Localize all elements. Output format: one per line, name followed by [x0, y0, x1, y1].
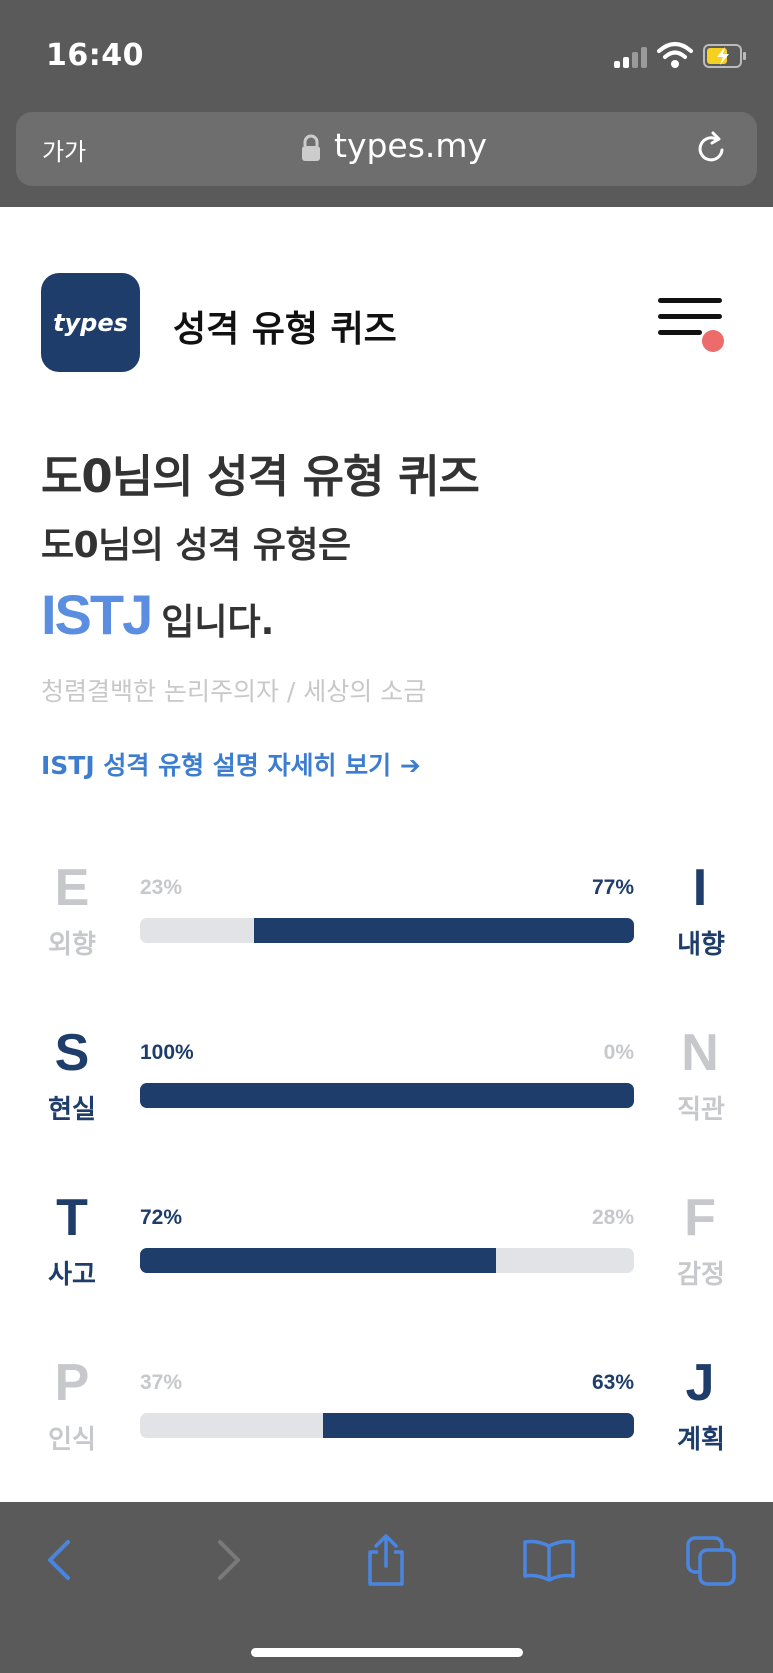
bookmarks-icon[interactable]	[521, 1532, 577, 1588]
left-percent: 100%	[140, 1041, 194, 1064]
type-description: 청렴결백한 논리주의자 / 세상의 소금	[41, 677, 427, 706]
left-letter: T	[56, 1189, 88, 1247]
right-letter: J	[685, 1354, 715, 1412]
url-text[interactable]: types.my	[334, 126, 487, 165]
browser-top-bar: 16:40 가가 types.my	[0, 0, 773, 207]
type-code: ISTJ	[41, 583, 153, 646]
site-logo[interactable]: types	[41, 273, 140, 372]
score-bar-fill	[140, 1248, 496, 1273]
lock-icon	[302, 134, 320, 161]
phone-screen: 16:40 가가 types.my types 성격 유형 퀴즈 도0님의 성격…	[0, 0, 773, 1673]
type-detail-link[interactable]: ISTJ 성격 유형 설명 자세히 보기 ➔	[41, 746, 421, 782]
text-size-button[interactable]: 가가	[42, 132, 86, 167]
left-percent: 72%	[140, 1206, 183, 1229]
type-suffix: 입니다.	[161, 602, 275, 643]
score-bar-track	[140, 1413, 634, 1438]
cellular-signal-icon	[614, 46, 650, 68]
score-bar-fill	[140, 1083, 634, 1108]
right-word: 직관	[677, 1095, 725, 1125]
quiz-title: 도0님의 성격 유형 퀴즈	[41, 450, 480, 503]
right-word: 내향	[677, 930, 725, 960]
home-indicator	[251, 1648, 523, 1657]
wifi-icon	[657, 42, 693, 68]
right-percent: 28%	[591, 1206, 634, 1229]
score-bar-track	[140, 1248, 634, 1273]
right-percent: 77%	[591, 876, 634, 899]
arrow-right-icon: ➔	[399, 751, 421, 780]
left-letter: P	[54, 1354, 90, 1412]
score-bar-track	[140, 918, 634, 943]
dimension-row: T 사고 72% 28% F 감정	[0, 1188, 773, 1308]
right-letter: F	[684, 1189, 716, 1247]
right-percent: 63%	[591, 1371, 634, 1394]
score-bar-track	[140, 1083, 634, 1108]
result-heading: 도0님의 성격 유형은	[41, 525, 351, 566]
right-letter: N	[681, 1024, 719, 1082]
back-icon[interactable]	[34, 1532, 90, 1588]
notification-dot	[702, 330, 724, 352]
forward-icon[interactable]	[198, 1532, 254, 1588]
dimension-row: E 외향 23% 77% I 내향	[0, 858, 773, 978]
left-word: 인식	[48, 1425, 96, 1455]
battery-charging-icon	[703, 44, 746, 68]
left-letter: E	[54, 859, 90, 917]
tabs-icon[interactable]	[684, 1532, 740, 1588]
left-word: 현실	[48, 1095, 96, 1125]
left-percent: 23%	[140, 876, 183, 899]
browser-toolbar	[0, 1502, 773, 1673]
reload-icon[interactable]	[694, 130, 730, 168]
logo-text: types	[53, 308, 128, 337]
right-letter: I	[692, 859, 708, 917]
score-bar-fill	[322, 1413, 634, 1438]
right-word: 감정	[677, 1260, 725, 1290]
score-bar-fill	[253, 918, 634, 943]
dimension-row: P 인식 37% 63% J 계획	[0, 1353, 773, 1473]
address-bar[interactable]: 가가 types.my	[16, 112, 757, 186]
dimension-row: S 현실 100% 0% N 직관	[0, 1023, 773, 1143]
share-icon[interactable]	[358, 1532, 414, 1588]
type-result-row: ISTJ 입니다.	[41, 582, 274, 647]
right-percent: 0%	[603, 1041, 634, 1064]
left-letter: S	[54, 1024, 90, 1082]
hamburger-menu-button[interactable]	[658, 298, 726, 354]
status-time: 16:40	[46, 38, 144, 73]
site-title[interactable]: 성격 유형 퀴즈	[173, 300, 397, 352]
right-word: 계획	[677, 1425, 725, 1455]
type-detail-link-label: ISTJ 성격 유형 설명 자세히 보기	[41, 751, 392, 780]
left-word: 사고	[48, 1260, 96, 1290]
left-percent: 37%	[140, 1371, 183, 1394]
left-word: 외향	[48, 930, 96, 960]
